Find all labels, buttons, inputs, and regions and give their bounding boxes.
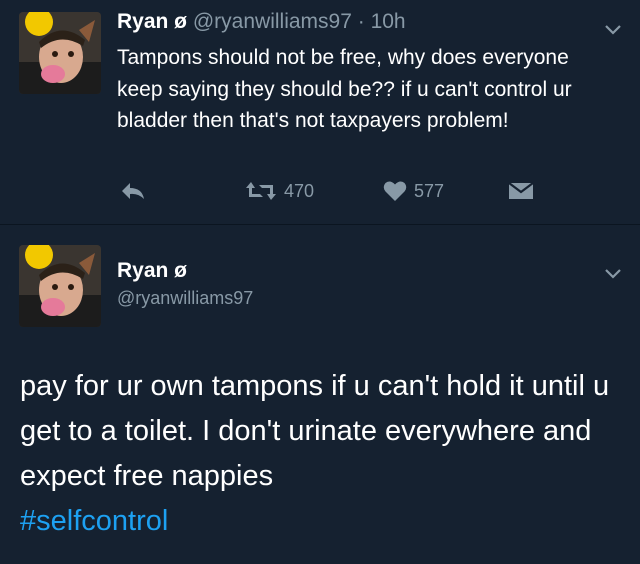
retweet-button[interactable]: 470 [245,180,314,202]
retweet-icon [246,182,276,200]
timestamp[interactable]: 10h [371,10,406,33]
direct-message-button[interactable] [508,180,534,202]
separator: · [351,10,371,33]
like-count: 577 [414,180,445,201]
retweet-count: 470 [284,180,315,201]
avatar[interactable] [19,12,101,94]
user-handle[interactable]: @ryanwilliams97 [117,288,253,309]
heart-icon [383,181,407,201]
avatar[interactable] [19,245,101,327]
like-button[interactable]: 577 [383,180,444,202]
reply-button[interactable] [120,180,146,202]
tweet-text-body: pay for ur own tampons if u can't hold i… [20,370,610,492]
display-name[interactable]: Ryan ø [117,10,187,33]
tweet-header: Ryan ø @ryanwilliams97 · 10h [117,10,406,34]
tweet-1[interactable]: Ryan ø @ryanwilliams97 · 10h Tampons sho… [0,0,640,225]
hashtag-link[interactable]: #selfcontrol [20,505,168,537]
chevron-down-icon[interactable] [604,268,622,280]
tweet-text: pay for ur own tampons if u can't hold i… [20,364,620,544]
envelope-icon [508,182,534,199]
reply-icon [122,183,144,199]
tweet-text: Tampons should not be free, why does eve… [117,46,572,132]
tweet-actions: 470 577 [0,180,640,210]
chevron-down-icon[interactable] [604,24,622,36]
avatar-image [19,12,101,94]
display-name[interactable]: Ryan ø [117,259,187,283]
user-handle[interactable]: @ryanwilliams97 [193,10,352,33]
avatar-image [19,245,101,327]
